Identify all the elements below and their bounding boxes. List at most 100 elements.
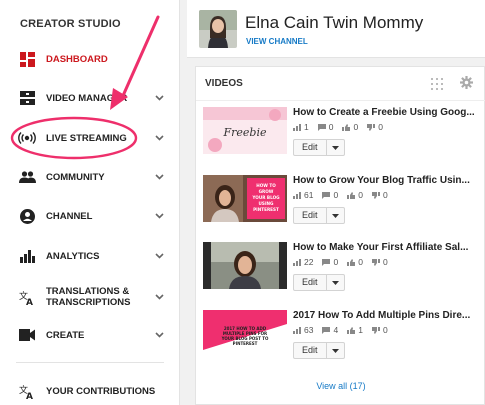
video-row: 2017 HOW TO ADD MULTIPLE PINS FOR YOUR B… [203,310,483,370]
comment-icon [322,326,331,334]
sidebar-item-community[interactable]: COMMUNITY [0,160,180,194]
sidebar-item-analytics[interactable]: ANALYTICS [0,239,180,273]
thumbs-up-icon [342,123,351,131]
svg-text:GROW: GROW [259,189,274,194]
chevron-down-icon[interactable] [154,213,164,219]
channel-name: Elna Cain Twin Mommy [245,13,424,32]
views-stat: 22 [293,257,313,267]
comment-icon [322,191,331,199]
video-title[interactable]: 2017 How To Add Multiple Pins Dire... [293,310,481,321]
views-stat: 61 [293,190,313,200]
thumbs-up-icon [347,258,356,266]
video-thumbnail[interactable] [203,242,287,289]
edit-button[interactable]: Edit [293,139,345,156]
dislikes-stat: 0 [371,190,388,200]
chevron-down-icon[interactable] [154,95,164,101]
sidebar: CREATOR STUDIO DASHBOARD VIDEO MANAGER L… [0,0,180,405]
views-icon [293,191,301,199]
translate-icon: 文A [18,382,36,400]
dislikes-stat: 0 [371,325,388,335]
sidebar-item-label: ANALYTICS [46,250,100,262]
sidebar-item-your-contributions[interactable]: 文A YOUR CONTRIBUTIONS [0,374,180,405]
caret-down-icon[interactable] [327,208,344,223]
comment-icon [322,258,331,266]
likes-stat: 0 [342,122,358,132]
svg-text:A: A [26,298,33,305]
edit-button[interactable]: Edit [293,274,345,291]
sidebar-item-label: TRANSLATIONS & TRANSCRIPTIONS [46,286,131,308]
thumbs-up-icon [347,191,356,199]
sidebar-item-translations[interactable]: 文A TRANSLATIONS & TRANSCRIPTIONS [0,280,180,314]
edit-label: Edit [294,140,327,155]
thumbs-down-icon [371,191,380,199]
video-row: How to Make Your First Affiliate Sal... … [203,242,483,302]
video-title[interactable]: How to Grow Your Blog Traffic Usin... [293,175,481,186]
sidebar-item-dashboard[interactable]: DASHBOARD [0,42,180,76]
edit-button[interactable]: Edit [293,207,345,224]
chevron-down-icon[interactable] [154,294,164,300]
sidebar-item-label: LIVE STREAMING [46,132,127,144]
gear-icon[interactable] [460,76,473,94]
caret-down-icon[interactable] [327,140,344,155]
chevron-down-icon[interactable] [154,174,164,180]
avatar[interactable] [199,10,237,48]
chevron-down-icon[interactable] [154,253,164,259]
channel-header: Elna Cain Twin Mommy VIEW CHANNEL [187,0,485,58]
grid-icon[interactable] [431,77,443,95]
sidebar-item-live-streaming[interactable]: LIVE STREAMING [0,121,180,155]
video-thumbnail[interactable]: Freebie [203,107,287,154]
sidebar-item-label: CREATE [46,329,85,341]
video-stats: 22 0 0 0 [293,257,397,267]
create-icon [18,326,36,344]
thumbs-down-icon [371,326,380,334]
comment-icon [317,123,326,131]
sidebar-item-label: VIDEO MANAGER [46,92,128,104]
sidebar-title: CREATOR STUDIO [20,18,121,30]
sidebar-item-label: DASHBOARD [46,53,108,65]
sidebar-item-label: COMMUNITY [46,171,105,183]
svg-text:PINTEREST: PINTEREST [233,341,258,346]
video-stats: 61 0 0 0 [293,190,397,200]
video-thumbnail[interactable]: HOW TO GROW YOUR BLOG USING PINTEREST [203,175,287,222]
video-title[interactable]: How to Make Your First Affiliate Sal... [293,242,481,253]
thumbs-up-icon [347,326,356,334]
views-icon [293,123,301,131]
video-row: Freebie How to Create a Freebie Using Go… [203,107,483,167]
comments-stat: 0 [322,257,338,267]
dislikes-stat: 0 [367,122,383,132]
thumbs-down-icon [367,123,376,131]
comments-stat: 0 [322,190,338,200]
caret-down-icon[interactable] [327,343,344,358]
dislikes-stat: 0 [371,257,388,267]
svg-text:YOUR BLOG: YOUR BLOG [251,195,280,200]
videos-divider [196,100,485,101]
caret-down-icon[interactable] [327,275,344,290]
video-title[interactable]: How to Create a Freebie Using Goog... [293,107,481,118]
edit-button[interactable]: Edit [293,342,345,359]
comments-stat: 4 [322,325,338,335]
sidebar-item-video-manager[interactable]: VIDEO MANAGER [0,81,180,115]
chevron-down-icon[interactable] [154,332,164,338]
videos-card: VIDEOS Freebie How to Create a Freebie U… [195,66,485,405]
sidebar-item-channel[interactable]: CHANNEL [0,199,180,233]
chevron-down-icon[interactable] [154,135,164,141]
view-channel-link[interactable]: VIEW CHANNEL [246,37,308,46]
svg-text:USING: USING [259,201,274,206]
svg-text:PINTEREST: PINTEREST [253,207,279,212]
svg-text:HOW TO: HOW TO [256,183,276,188]
sidebar-item-label: YOUR CONTRIBUTIONS [46,385,156,397]
views-stat: 63 [293,325,313,335]
video-manager-icon [18,89,36,107]
likes-stat: 0 [347,190,363,200]
videos-title: VIDEOS [205,78,243,89]
video-stats: 63 4 1 0 [293,325,397,335]
analytics-icon [18,247,36,265]
translations-icon: 文A [18,288,36,306]
video-thumbnail[interactable]: 2017 HOW TO ADD MULTIPLE PINS FOR YOUR B… [203,310,287,357]
svg-text:A: A [26,392,33,399]
views-icon [293,258,301,266]
views-icon [293,326,301,334]
view-all-link[interactable]: View all (17) [196,381,485,391]
edit-label: Edit [294,208,327,223]
sidebar-item-create[interactable]: CREATE [0,318,180,352]
